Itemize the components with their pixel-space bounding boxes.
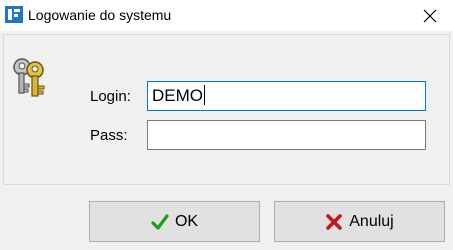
close-button[interactable] [407, 0, 453, 31]
ok-button[interactable]: OK [89, 201, 260, 242]
close-icon [423, 9, 437, 22]
ok-label: OK [174, 212, 199, 230]
login-input[interactable]: DEMO [147, 81, 426, 111]
login-label: Login: [90, 88, 131, 105]
title-bar: Logowanie do systemu [0, 0, 453, 31]
text-caret [204, 85, 205, 105]
x-icon [325, 213, 343, 231]
cancel-label: Anuluj [349, 212, 394, 230]
app-logo-icon [5, 6, 23, 23]
password-input[interactable] [147, 120, 426, 150]
checkmark-icon [151, 213, 169, 231]
window-title: Logowanie do systemu [28, 7, 172, 23]
login-dialog: Logowanie do systemu Login: DEMO Pass: O… [0, 0, 453, 250]
login-value: DEMO [152, 86, 203, 105]
cancel-button[interactable]: Anuluj [274, 201, 445, 242]
pass-label: Pass: [90, 127, 128, 144]
keys-icon [10, 56, 50, 98]
